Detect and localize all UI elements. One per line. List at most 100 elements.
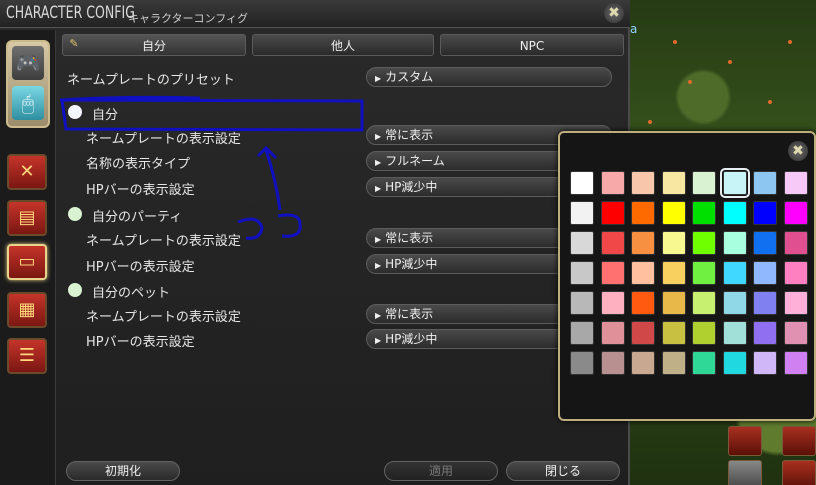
screen: a CHARACTER CONFIG キャラクターコンフィグ ✖ 🎮 🖱 ✕ ▤… [0,0,816,485]
color-swatch[interactable] [783,171,808,195]
color-swatch[interactable] [631,171,655,195]
color-swatch[interactable] [600,351,625,375]
triangle-right-icon: ▶ [375,184,382,193]
close-button[interactable]: 閉じる [506,461,620,481]
hud-layout-icon[interactable]: ▤ [7,200,47,236]
nameplate-icon[interactable]: ▭ [7,244,47,280]
tab-others[interactable]: 他人 [252,34,434,56]
color-swatch[interactable] [753,201,777,225]
color-swatch[interactable] [631,321,655,345]
color-swatch[interactable] [661,351,686,375]
color-swatch[interactable] [722,351,747,375]
color-swatch[interactable] [722,231,747,255]
color-swatch[interactable] [570,201,594,225]
gamepad-icon[interactable]: 🎮 [12,46,44,80]
tab-bar: ✎ 自分 他人 NPC [62,34,624,56]
color-swatch[interactable] [570,171,594,195]
color-swatch[interactable] [600,261,625,285]
color-swatch[interactable] [753,291,777,315]
hotbar-icon[interactable] [782,426,816,456]
color-swatch[interactable] [570,231,594,255]
color-swatch[interactable] [631,351,655,375]
hotbar-icon[interactable] [728,426,762,456]
color-swatch[interactable] [783,261,808,285]
color-swatch[interactable] [692,201,716,225]
flower [648,120,652,124]
color-swatch[interactable] [600,171,625,195]
color-swatch[interactable] [661,261,686,285]
annotation-mark [237,217,264,240]
color-swatch[interactable] [600,321,625,345]
color-swatch[interactable] [722,291,747,315]
color-swatch[interactable] [631,261,655,285]
hotbar-icon[interactable] [728,460,762,485]
color-swatch[interactable] [661,291,686,315]
preset-dropdown[interactable]: ▶ カスタム [366,67,612,87]
chat-icon[interactable]: ☰ [7,338,47,374]
color-swatch[interactable] [692,351,716,375]
color-swatch[interactable] [692,291,716,315]
flower [673,40,677,44]
setting-label: HPバーの表示設定 [86,335,195,350]
section-title: 自分のパーティ [92,210,183,225]
color-swatch[interactable] [600,231,625,255]
color-swatch[interactable] [722,201,747,225]
section-title: 自分のペット [92,286,171,301]
close-icon[interactable]: ✖ [788,141,808,161]
hotbar-icon[interactable] [782,460,816,485]
annotation-arrow [256,145,282,211]
close-icon[interactable]: ✖ [604,3,624,23]
tab-npc[interactable]: NPC [440,34,624,56]
setting-label: HPバーの表示設定 [86,183,195,198]
color-swatch[interactable] [570,321,594,345]
color-swatch[interactable] [753,261,777,285]
color-swatch[interactable] [753,321,777,345]
dropdown-value: カスタム [385,70,434,84]
color-swatch[interactable] [631,291,655,315]
triangle-right-icon: ▶ [375,235,382,244]
color-dot-party[interactable] [68,207,82,221]
tab-self[interactable]: ✎ 自分 [62,34,246,56]
color-dot-pet[interactable] [68,283,82,297]
color-swatch[interactable] [661,171,686,195]
dropdown-value: HP減少中 [385,332,438,346]
color-swatch[interactable] [722,261,747,285]
setting-label: 名称の表示タイプ [86,157,191,172]
color-swatch[interactable] [631,201,655,225]
color-swatch[interactable] [600,291,625,315]
color-swatch[interactable] [570,291,594,315]
color-swatch[interactable] [783,291,808,315]
color-swatch[interactable] [661,321,686,345]
color-swatch[interactable] [661,231,686,255]
color-dot-self[interactable] [68,105,82,119]
color-swatch[interactable] [783,351,808,375]
triangle-right-icon: ▶ [375,74,382,83]
color-swatch[interactable] [753,351,777,375]
apply-button[interactable]: 適用 [384,461,498,481]
color-swatch[interactable] [722,321,747,345]
color-swatch[interactable] [600,201,625,225]
color-picker-popup: ✖ [558,131,816,421]
color-swatch[interactable] [783,201,808,225]
color-swatch[interactable] [570,351,594,375]
tab-label: 自分 [141,39,166,53]
color-swatch[interactable] [783,231,808,255]
triangle-right-icon: ▶ [375,132,382,141]
window-subtitle: キャラクターコンフィグ [128,12,249,25]
color-swatch[interactable] [692,171,716,195]
color-swatch[interactable] [753,231,777,255]
mouse-icon[interactable]: 🖱 [12,86,44,120]
color-swatch[interactable] [661,201,686,225]
color-swatch[interactable] [570,261,594,285]
color-swatch[interactable] [783,321,808,345]
color-swatch[interactable] [692,321,716,345]
title-bar[interactable]: CHARACTER CONFIG キャラクターコンフィグ ✖ [0,0,630,28]
crossed-swords-icon[interactable]: ✕ [7,154,47,190]
color-swatch[interactable] [692,261,716,285]
reset-button[interactable]: 初期化 [66,461,180,481]
color-swatch[interactable] [753,171,777,195]
color-swatch[interactable] [631,231,655,255]
color-swatch[interactable] [692,231,716,255]
checker-icon[interactable]: ▦ [7,292,47,328]
color-swatch[interactable] [719,168,750,198]
